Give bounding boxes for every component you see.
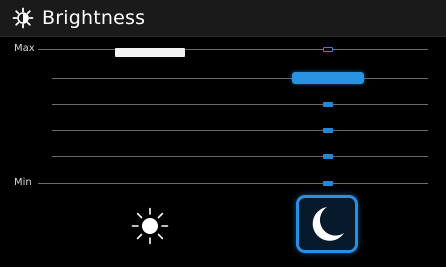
night-level-marker[interactable] [323, 154, 333, 159]
min-label: Min [14, 177, 32, 188]
max-label: Max [14, 43, 35, 54]
level-line-max [38, 49, 428, 50]
header-bar: Brightness [0, 0, 446, 37]
night-level-marker[interactable] [323, 181, 333, 186]
level-line [52, 130, 428, 131]
moon-icon [312, 207, 344, 241]
night-level-marker-selected[interactable] [292, 72, 364, 84]
level-line [52, 104, 428, 105]
night-level-marker[interactable] [323, 102, 333, 107]
brightness-screen: Brightness Max Min [0, 0, 446, 267]
level-line-min [38, 183, 428, 184]
night-level-marker[interactable] [323, 47, 333, 52]
day-level-marker[interactable] [115, 48, 185, 57]
night-level-marker[interactable] [323, 128, 333, 133]
level-line [52, 156, 428, 157]
page-title: Brightness [42, 7, 146, 29]
night-mode-button[interactable] [296, 195, 358, 253]
level-line [52, 78, 428, 79]
sun-icon[interactable] [130, 206, 170, 246]
brightness-icon [12, 7, 34, 29]
